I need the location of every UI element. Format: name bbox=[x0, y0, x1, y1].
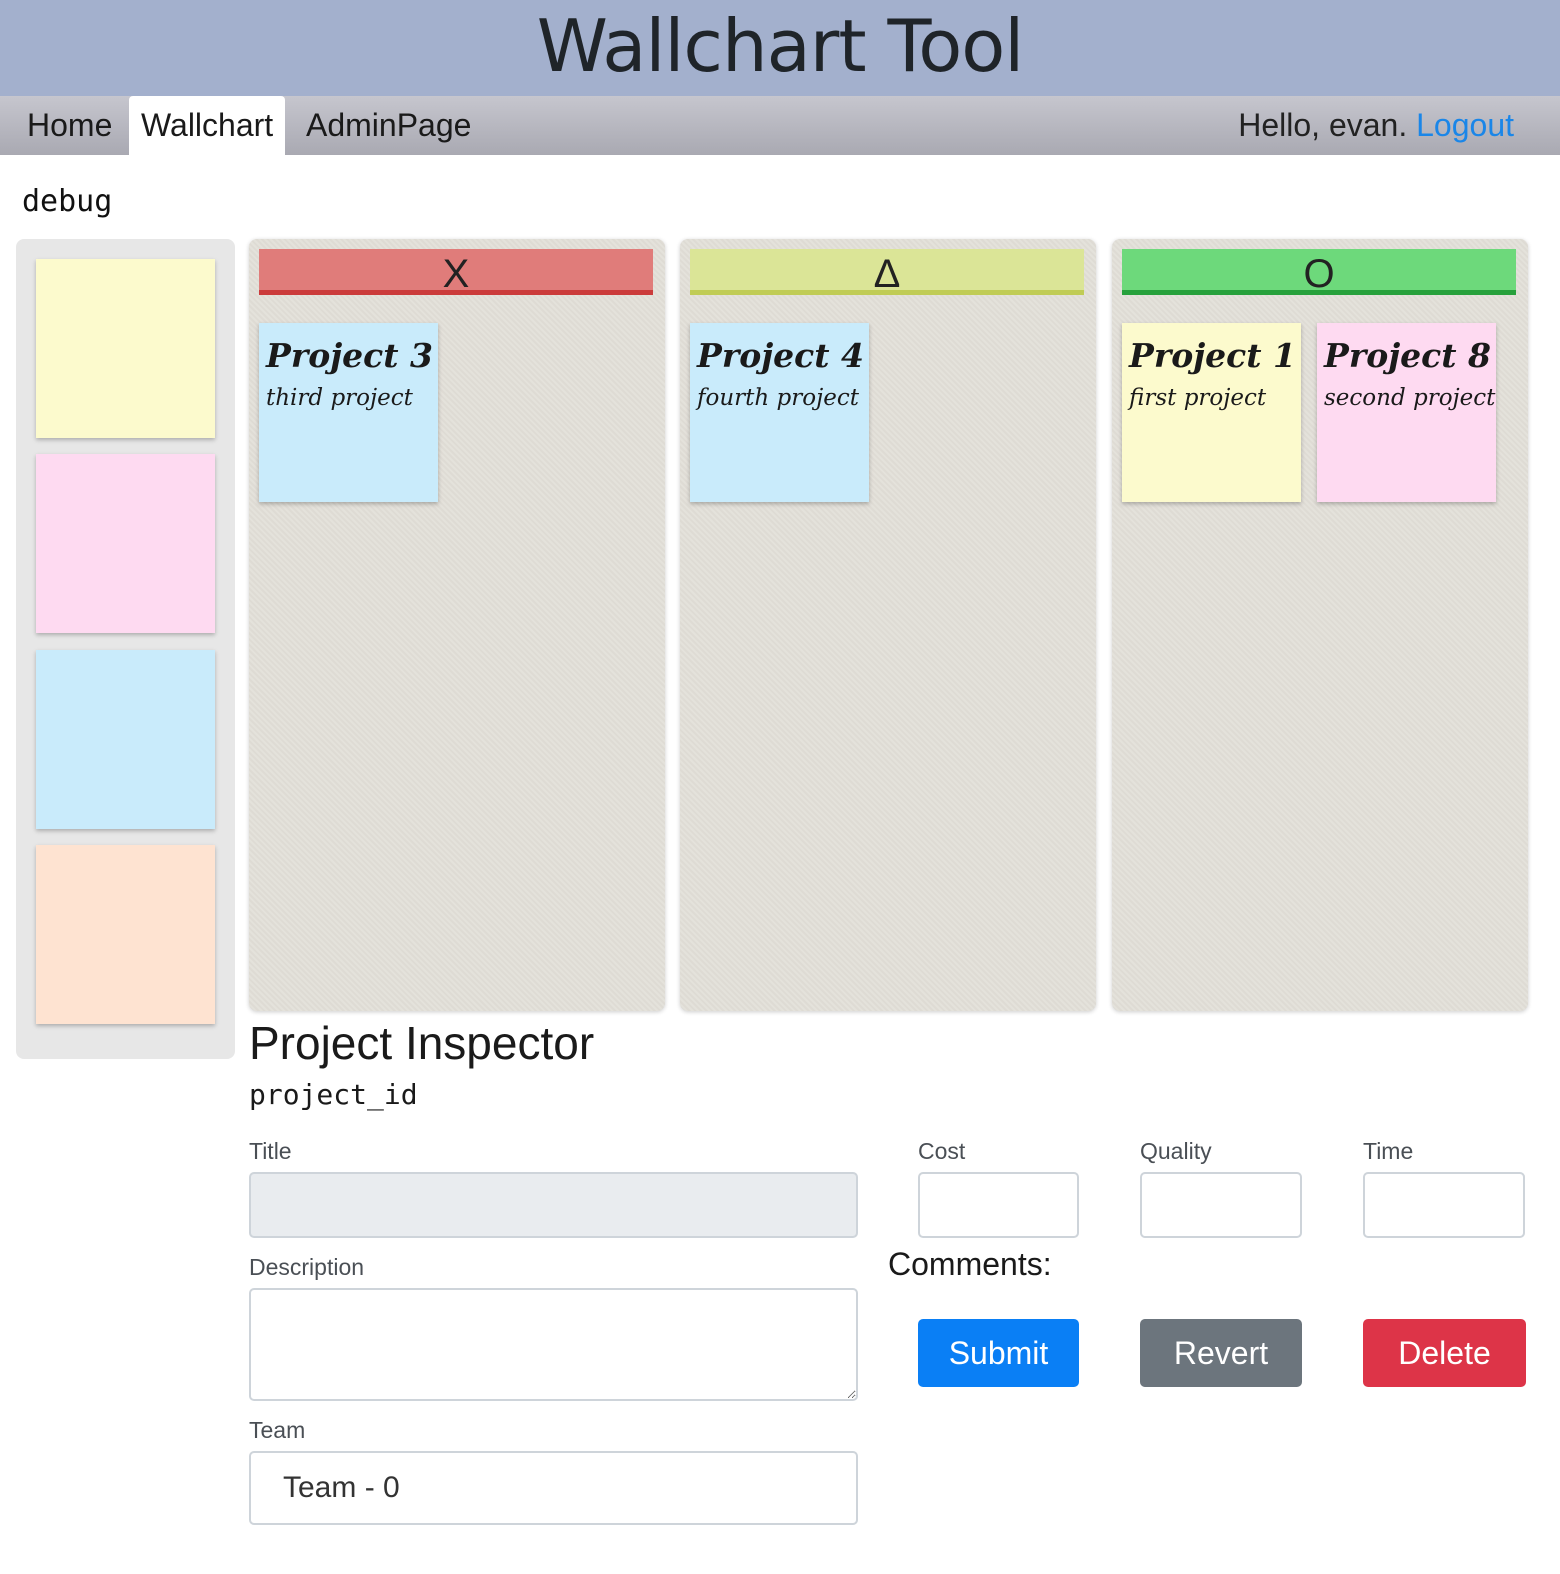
note-project-1[interactable]: Project 1 first project bbox=[1122, 323, 1301, 502]
note-project-8[interactable]: Project 8 second project bbox=[1317, 323, 1496, 502]
palette-note-orange[interactable] bbox=[36, 845, 215, 1024]
time-field[interactable] bbox=[1363, 1172, 1525, 1238]
user-greeting: Hello, evan. Logout bbox=[1238, 96, 1514, 155]
cost-field[interactable] bbox=[918, 1172, 1079, 1238]
note-palette bbox=[16, 239, 235, 1059]
tab-adminpage[interactable]: AdminPage bbox=[294, 96, 483, 155]
note-title: Project 3 bbox=[266, 336, 433, 375]
quality-field[interactable] bbox=[1140, 1172, 1302, 1238]
comments-label: Comments: bbox=[888, 1246, 1052, 1282]
tab-home[interactable]: Home bbox=[15, 96, 124, 155]
note-title: Project 8 bbox=[1324, 336, 1491, 375]
palette-note-yellow[interactable] bbox=[36, 259, 215, 438]
delete-button[interactable]: Delete bbox=[1363, 1319, 1526, 1387]
cost-label: Cost bbox=[918, 1138, 966, 1164]
quality-label: Quality bbox=[1140, 1138, 1212, 1164]
app-header: Wallchart Tool bbox=[0, 0, 1560, 96]
column-o[interactable]: O Project 1 first project Project 8 seco… bbox=[1112, 239, 1528, 1011]
inspector-heading: Project Inspector bbox=[249, 1017, 595, 1069]
submit-button[interactable]: Submit bbox=[918, 1319, 1079, 1387]
palette-note-pink[interactable] bbox=[36, 454, 215, 633]
column-x-header: X bbox=[259, 249, 653, 296]
time-label: Time bbox=[1363, 1138, 1414, 1164]
note-description: third project bbox=[266, 385, 413, 411]
title-field[interactable] bbox=[249, 1172, 858, 1238]
app-title: Wallchart Tool bbox=[536, 4, 1025, 88]
project-id-label: project_id bbox=[249, 1078, 418, 1111]
nav-bar: Home Wallchart AdminPage Hello, evan. Lo… bbox=[0, 96, 1560, 155]
note-description: second project bbox=[1324, 385, 1496, 411]
team-label: Team bbox=[249, 1417, 306, 1443]
revert-button[interactable]: Revert bbox=[1140, 1319, 1302, 1387]
note-description: first project bbox=[1129, 385, 1267, 411]
note-project-3[interactable]: Project 3 third project bbox=[259, 323, 438, 502]
column-x[interactable]: X Project 3 third project bbox=[249, 239, 665, 1011]
description-field[interactable] bbox=[249, 1288, 858, 1401]
note-project-4[interactable]: Project 4 fourth project bbox=[690, 323, 869, 502]
column-delta-header: Δ bbox=[690, 249, 1084, 296]
description-label: Description bbox=[249, 1254, 365, 1280]
tab-wallchart[interactable]: Wallchart bbox=[129, 96, 286, 155]
palette-note-blue[interactable] bbox=[36, 650, 215, 829]
column-o-header: O bbox=[1122, 249, 1516, 296]
greeting-text: Hello, evan. bbox=[1238, 107, 1408, 143]
note-title: Project 1 bbox=[1129, 336, 1296, 375]
title-label: Title bbox=[249, 1138, 292, 1164]
team-field[interactable] bbox=[249, 1451, 858, 1525]
column-delta[interactable]: Δ Project 4 fourth project bbox=[680, 239, 1096, 1011]
note-title: Project 4 bbox=[697, 336, 864, 375]
debug-label: debug bbox=[22, 184, 113, 219]
note-description: fourth project bbox=[697, 385, 859, 411]
logout-link[interactable]: Logout bbox=[1416, 107, 1514, 143]
